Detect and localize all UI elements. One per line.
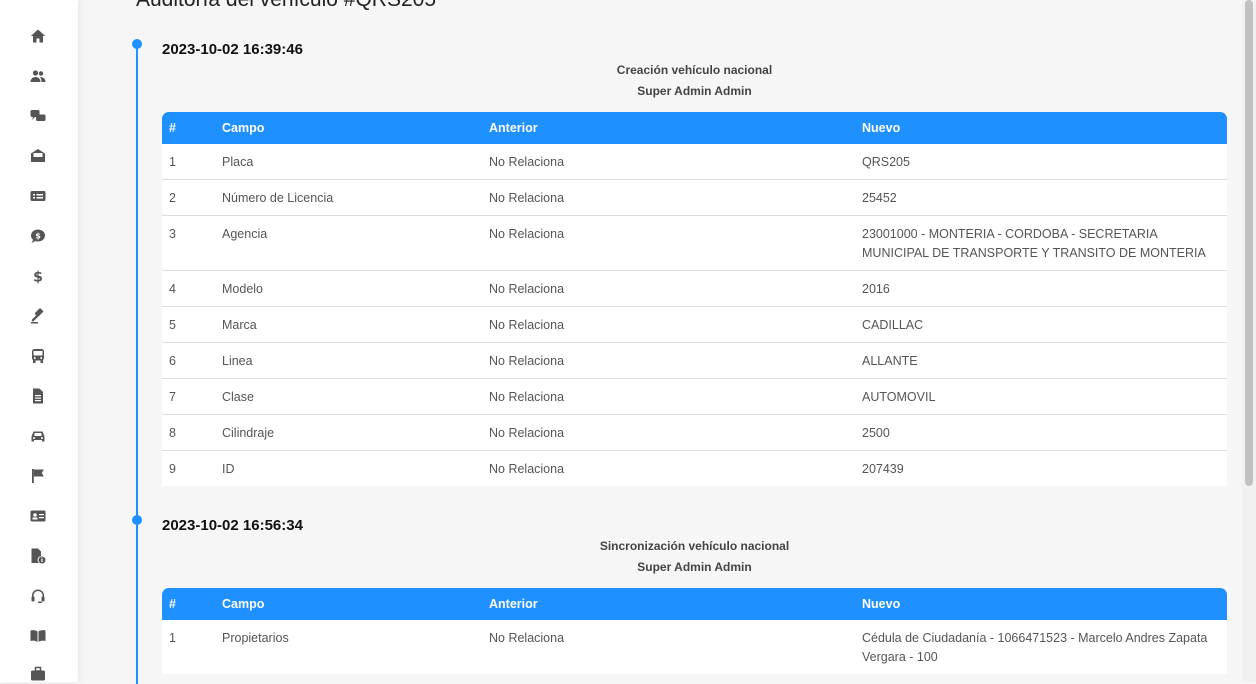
- cell-previous: No Relaciona: [482, 450, 855, 486]
- table-row: 8 Cilindraje No Relaciona 2500: [162, 414, 1227, 451]
- table-row: 2 Número de Licencia No Relaciona 25452: [162, 179, 1227, 216]
- cell-number: 4: [162, 270, 215, 307]
- briefcase-icon[interactable]: [28, 664, 48, 684]
- comment-dollar-icon[interactable]: $: [28, 226, 48, 246]
- cell-new: CADILLAC: [855, 306, 1227, 343]
- cell-number: 9: [162, 450, 215, 486]
- entry-user: Super Admin Admin: [637, 560, 752, 574]
- cell-field: Agencia: [215, 215, 482, 271]
- scrollbar-thumb[interactable]: [1245, 0, 1253, 486]
- audit-entry: 2023-10-02 16:56:34 Sincronización vehíc…: [162, 516, 1227, 674]
- cell-field: Linea: [215, 342, 482, 379]
- car-icon[interactable]: [28, 426, 48, 446]
- timeline-dot: [132, 39, 142, 49]
- column-header-number: #: [162, 588, 215, 620]
- cell-number: 7: [162, 378, 215, 415]
- table-header-row: # Campo Anterior Nuevo: [162, 588, 1227, 620]
- cell-field: Número de Licencia: [215, 179, 482, 216]
- cell-previous: No Relaciona: [482, 179, 855, 216]
- cell-number: 3: [162, 215, 215, 271]
- cell-new: 207439: [855, 450, 1227, 486]
- cell-new: AUTOMOVIL: [855, 378, 1227, 415]
- cell-previous: No Relaciona: [482, 414, 855, 451]
- cell-new: Cédula de Ciudadanía - 1066471523 - Marc…: [855, 620, 1227, 674]
- column-header-number: #: [162, 112, 215, 144]
- users-icon[interactable]: [28, 66, 48, 86]
- cell-number: 8: [162, 414, 215, 451]
- column-header-new: Nuevo: [855, 588, 1227, 620]
- cell-previous: No Relaciona: [482, 378, 855, 415]
- column-header-field: Campo: [215, 112, 482, 144]
- svg-text:$: $: [33, 270, 43, 285]
- page-title: Auditoría del vehículo #QRS205: [136, 0, 436, 12]
- cell-number: 5: [162, 306, 215, 343]
- sidebar: $ $: [0, 0, 78, 682]
- column-header-previous: Anterior: [482, 112, 855, 144]
- entry-date: 2023-10-02 16:39:46: [162, 41, 303, 58]
- table-row: 9 ID No Relaciona 207439: [162, 450, 1227, 486]
- scrollbar[interactable]: [1242, 0, 1256, 682]
- cell-new: 25452: [855, 179, 1227, 216]
- gavel-icon[interactable]: [28, 306, 48, 326]
- table-row: 5 Marca No Relaciona CADILLAC: [162, 306, 1227, 343]
- cell-previous: No Relaciona: [482, 342, 855, 379]
- table-row: 7 Clase No Relaciona AUTOMOVIL: [162, 378, 1227, 415]
- svg-text:$: $: [35, 232, 41, 241]
- column-header-new: Nuevo: [855, 112, 1227, 144]
- headset-icon[interactable]: [28, 586, 48, 606]
- timeline-dot: [132, 515, 142, 525]
- table-row: 1 Propietarios No Relaciona Cédula de Ci…: [162, 620, 1227, 674]
- cell-new: ALLANTE: [855, 342, 1227, 379]
- id-list-icon[interactable]: [28, 186, 48, 206]
- cell-number: 1: [162, 144, 215, 180]
- table-row: 3 Agencia No Relaciona 23001000 - MONTER…: [162, 215, 1227, 271]
- dollar-icon[interactable]: $: [28, 266, 48, 286]
- table-row: 1 Placa No Relaciona QRS205: [162, 144, 1227, 180]
- cell-field: Marca: [215, 306, 482, 343]
- cell-field: Cilindraje: [215, 414, 482, 451]
- help-chat-icon[interactable]: [28, 106, 48, 126]
- entry-action: Creación vehículo nacional: [616, 63, 773, 77]
- audit-entry: 2023-10-02 16:39:46 Creación vehículo na…: [162, 40, 1227, 486]
- column-header-field: Campo: [215, 588, 482, 620]
- cell-field: Placa: [215, 144, 482, 180]
- cell-previous: No Relaciona: [482, 144, 855, 180]
- id-card-icon[interactable]: [28, 506, 48, 526]
- table-row: 4 Modelo No Relaciona 2016: [162, 270, 1227, 307]
- timeline-line: [136, 44, 138, 684]
- entry-action: Sincronización vehículo nacional: [599, 539, 790, 553]
- cell-new: 2016: [855, 270, 1227, 307]
- cell-previous: No Relaciona: [482, 215, 855, 271]
- cell-number: 1: [162, 620, 215, 674]
- book-open-icon[interactable]: [28, 626, 48, 646]
- file-info-icon[interactable]: [28, 546, 48, 566]
- entry-user: Super Admin Admin: [637, 84, 752, 98]
- cell-field: ID: [215, 450, 482, 486]
- inbox-icon[interactable]: [28, 146, 48, 166]
- flag-icon[interactable]: [28, 466, 48, 486]
- cell-field: Clase: [215, 378, 482, 415]
- cell-new: QRS205: [855, 144, 1227, 180]
- bus-icon[interactable]: [28, 346, 48, 366]
- cell-previous: No Relaciona: [482, 270, 855, 307]
- cell-new: 23001000 - MONTERIA - CORDOBA - SECRETAR…: [855, 215, 1227, 271]
- cell-number: 2: [162, 179, 215, 216]
- column-header-previous: Anterior: [482, 588, 855, 620]
- entry-date: 2023-10-02 16:56:34: [162, 517, 303, 534]
- table-row: 6 Linea No Relaciona ALLANTE: [162, 342, 1227, 379]
- home-icon[interactable]: [28, 26, 48, 46]
- cell-new: 2500: [855, 414, 1227, 451]
- document-icon[interactable]: [28, 386, 48, 406]
- cell-previous: No Relaciona: [482, 306, 855, 343]
- cell-previous: No Relaciona: [482, 620, 855, 674]
- table-header-row: # Campo Anterior Nuevo: [162, 112, 1227, 144]
- audit-table: # Campo Anterior Nuevo 1 Placa No Relaci…: [162, 112, 1227, 486]
- cell-field: Propietarios: [215, 620, 482, 674]
- audit-table: # Campo Anterior Nuevo 1 Propietarios No…: [162, 588, 1227, 674]
- cell-number: 6: [162, 342, 215, 379]
- cell-field: Modelo: [215, 270, 482, 307]
